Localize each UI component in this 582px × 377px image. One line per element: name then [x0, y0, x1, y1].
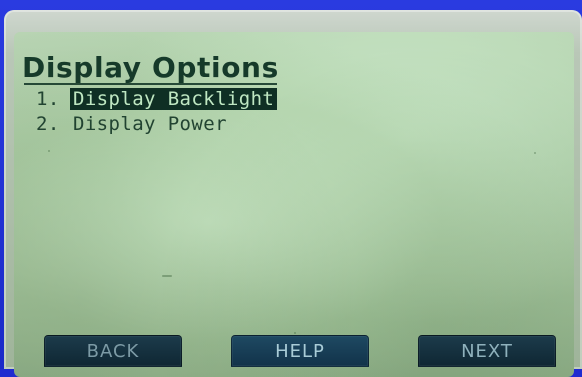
lcd-speck [294, 332, 296, 334]
next-button-label: NEXT [461, 340, 513, 362]
next-button[interactable]: NEXT [418, 335, 556, 367]
menu-item-number: 2. [36, 113, 60, 135]
lcd-speck [48, 150, 50, 152]
softkeys-bar: BACK HELP NEXT [44, 335, 556, 369]
lcd-screen: Display Options 1. Display Backlight 2. … [14, 32, 574, 377]
help-button-label: HELP [275, 340, 325, 362]
lcd-speck [534, 152, 536, 154]
help-button[interactable]: HELP [231, 335, 369, 367]
back-button-label: BACK [86, 340, 140, 362]
screen-title: Display Options [22, 51, 279, 85]
device-frame: Display Options 1. Display Backlight 2. … [0, 0, 582, 377]
lcd-speck [162, 275, 172, 277]
device-bezel: Display Options 1. Display Backlight 2. … [4, 10, 582, 377]
menu-item-label: Display Backlight [70, 88, 278, 110]
menu-item-display-power[interactable]: 2. Display Power [36, 112, 456, 136]
menu-list: 1. Display Backlight 2. Display Power [36, 87, 456, 137]
menu-item-number: 1. [36, 88, 60, 110]
menu-item-label: Display Power [73, 113, 227, 135]
menu-item-display-backlight[interactable]: 1. Display Backlight [36, 87, 456, 111]
back-button[interactable]: BACK [44, 335, 182, 367]
